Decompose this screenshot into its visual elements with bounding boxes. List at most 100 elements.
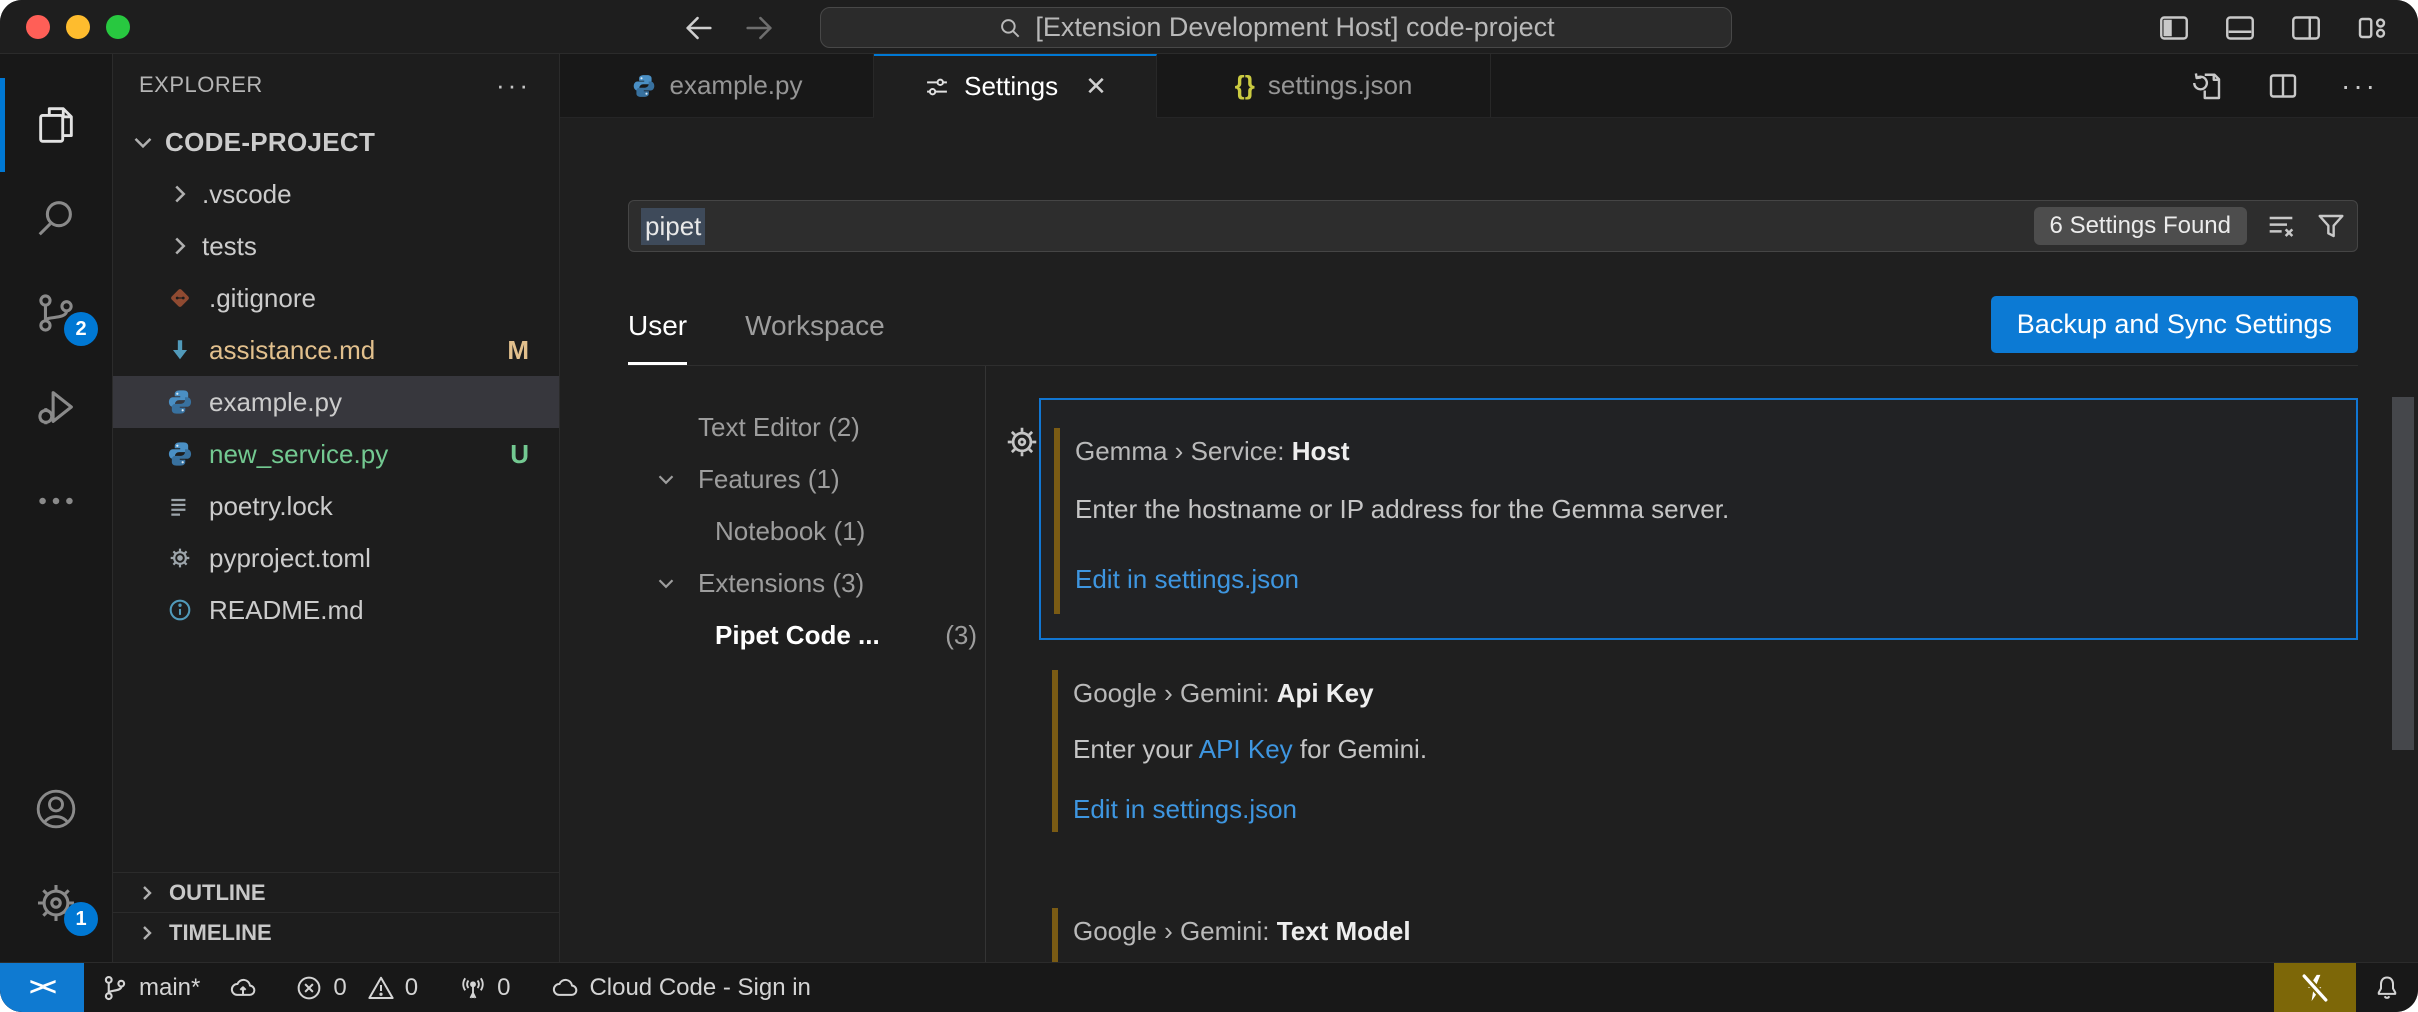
back-arrow-icon[interactable] bbox=[680, 9, 718, 47]
notifications-button[interactable] bbox=[2356, 963, 2418, 1012]
tab-workspace-settings[interactable]: Workspace bbox=[745, 290, 885, 365]
editor-group: example.py Settings ✕ {} settings.json ·… bbox=[560, 54, 2418, 962]
setting-row-google-gemini-api-key[interactable]: Google › Gemini: Api Key Enter your API … bbox=[1039, 660, 2358, 870]
chevron-right-icon bbox=[165, 231, 195, 261]
outline-section-header[interactable]: OUTLINE bbox=[113, 872, 559, 912]
settings-search-input[interactable]: pipet 6 Settings Found bbox=[628, 200, 2358, 252]
sidebar-item-more[interactable] bbox=[0, 454, 112, 548]
tab-settings-json[interactable]: {} settings.json bbox=[1157, 54, 1491, 117]
clear-filters-icon[interactable] bbox=[2265, 210, 2297, 242]
tree-root-code-project[interactable]: CODE-PROJECT bbox=[113, 116, 559, 168]
tree-item-tests-folder[interactable]: tests bbox=[113, 220, 559, 272]
search-icon bbox=[997, 15, 1023, 41]
error-count: 0 bbox=[333, 974, 346, 1002]
tree-item-example-py[interactable]: example.py bbox=[113, 376, 559, 428]
window-title: [Extension Development Host] code-projec… bbox=[1035, 12, 1554, 43]
explorer-more-actions[interactable]: ··· bbox=[496, 70, 531, 101]
layout-sidebar-left-icon[interactable] bbox=[2156, 10, 2192, 46]
settings-body: Text Editor (2) Features (1) Notebook (1… bbox=[560, 366, 2418, 962]
minimize-window-button[interactable] bbox=[66, 15, 90, 39]
timeline-label: TIMELINE bbox=[169, 920, 272, 946]
file-label: .vscode bbox=[202, 179, 292, 210]
tree-item-assistance-md[interactable]: assistance.md M bbox=[113, 324, 559, 376]
sidebar-item-explorer[interactable] bbox=[0, 78, 112, 172]
setting-title: Google › Gemini: Api Key bbox=[1073, 678, 1374, 709]
branch-label: main* bbox=[139, 974, 200, 1002]
info-file-icon bbox=[165, 595, 195, 625]
layout-customize-icon[interactable] bbox=[2354, 10, 2390, 46]
tree-item-new-service-py[interactable]: new_service.py U bbox=[113, 428, 559, 480]
python-file-icon bbox=[631, 73, 657, 99]
toc-item-text-editor[interactable]: Text Editor (2) bbox=[625, 401, 985, 453]
radio-tower-icon bbox=[458, 973, 488, 1003]
toc-item-features[interactable]: Features (1) bbox=[625, 453, 985, 505]
backup-sync-settings-button[interactable]: Backup and Sync Settings bbox=[1991, 296, 2358, 353]
toc-count: (1) bbox=[808, 464, 840, 495]
sidebar-item-run-debug[interactable] bbox=[0, 360, 112, 454]
close-window-button[interactable] bbox=[26, 15, 50, 39]
vscode-window: [Extension Development Host] code-projec… bbox=[0, 0, 2418, 1012]
file-label: example.py bbox=[209, 387, 342, 418]
close-tab-icon[interactable]: ✕ bbox=[1085, 71, 1107, 102]
toc-count: (2) bbox=[828, 412, 860, 443]
tree-item-poetry-lock[interactable]: poetry.lock bbox=[113, 480, 559, 532]
ports-status[interactable]: 0 bbox=[458, 973, 510, 1003]
manage-settings-button[interactable]: 1 bbox=[0, 856, 112, 950]
settings-found-badge: 6 Settings Found bbox=[2034, 207, 2247, 245]
tab-settings[interactable]: Settings ✕ bbox=[874, 54, 1157, 118]
git-branch-status[interactable]: main* bbox=[100, 973, 200, 1003]
json-braces-icon: {} bbox=[1235, 70, 1255, 101]
file-label: .gitignore bbox=[209, 283, 316, 314]
sidebar-item-source-control[interactable]: 2 bbox=[0, 266, 112, 360]
explorer-title: EXPLORER bbox=[139, 72, 263, 98]
edit-in-settings-json-link[interactable]: Edit in settings.json bbox=[1073, 794, 1297, 825]
chevron-right-icon bbox=[135, 881, 159, 905]
split-editor-icon[interactable] bbox=[2265, 68, 2301, 104]
setting-description: Enter your API Key for Gemini. bbox=[1073, 734, 1427, 765]
git-file-icon bbox=[165, 283, 195, 313]
file-label: pyproject.toml bbox=[209, 543, 371, 574]
ports-count: 0 bbox=[497, 974, 510, 1002]
sync-changes-button[interactable] bbox=[228, 973, 258, 1003]
sidebar-item-search[interactable] bbox=[0, 172, 112, 266]
title-bar: [Extension Development Host] code-projec… bbox=[0, 0, 2418, 54]
layout-sidebar-right-icon[interactable] bbox=[2288, 10, 2324, 46]
edit-in-settings-json-link[interactable]: Edit in settings.json bbox=[1075, 564, 1299, 595]
toc-item-notebook[interactable]: Notebook (1) bbox=[625, 505, 985, 557]
filter-icon[interactable] bbox=[2315, 210, 2347, 242]
tab-user-settings[interactable]: User bbox=[628, 290, 687, 365]
setting-name: Text Model bbox=[1277, 916, 1411, 946]
file-label: tests bbox=[202, 231, 257, 262]
modified-indicator bbox=[1052, 908, 1058, 962]
tree-item-readme-md[interactable]: README.md bbox=[113, 584, 559, 636]
open-changes-icon[interactable] bbox=[2189, 68, 2225, 104]
cloud-code-signin[interactable]: Cloud Code - Sign in bbox=[550, 973, 810, 1003]
tab-example-py[interactable]: example.py bbox=[560, 54, 874, 117]
problems-status[interactable]: 0 0 bbox=[294, 973, 418, 1003]
tree-item-pyproject-toml[interactable]: pyproject.toml bbox=[113, 532, 559, 584]
setting-row-google-gemini-text-model[interactable]: Google › Gemini: Text Model bbox=[1039, 908, 2358, 962]
chevron-right-icon bbox=[135, 921, 159, 945]
layout-panel-icon[interactable] bbox=[2222, 10, 2258, 46]
zoom-window-button[interactable] bbox=[106, 15, 130, 39]
tree-item-gitignore[interactable]: .gitignore bbox=[113, 272, 559, 324]
setting-name: Host bbox=[1292, 436, 1350, 466]
toc-item-extensions[interactable]: Extensions (3) bbox=[625, 557, 985, 609]
remote-indicator[interactable]: >< bbox=[0, 963, 84, 1012]
forward-arrow-icon[interactable] bbox=[740, 9, 778, 47]
command-center-search[interactable]: [Extension Development Host] code-projec… bbox=[820, 7, 1732, 48]
spark-off-status[interactable] bbox=[2274, 963, 2356, 1012]
accounts-button[interactable] bbox=[0, 762, 112, 856]
chevron-down-icon bbox=[653, 466, 679, 492]
tree-item-vscode-folder[interactable]: .vscode bbox=[113, 168, 559, 220]
setting-row-gemma-service-host[interactable]: Gemma › Service: Host Enter the hostname… bbox=[1039, 398, 2358, 640]
api-key-link[interactable]: API Key bbox=[1199, 734, 1293, 764]
scrollbar-thumb[interactable] bbox=[2392, 397, 2414, 750]
cloud-icon bbox=[550, 973, 580, 1003]
editor-more-actions-icon[interactable]: ··· bbox=[2341, 70, 2378, 102]
toc-item-pipet-code[interactable]: Pipet Code ... (3) bbox=[625, 609, 985, 661]
timeline-section-header[interactable]: TIMELINE bbox=[113, 912, 559, 952]
git-status-badge: U bbox=[510, 439, 529, 470]
setting-actions-gear-icon[interactable] bbox=[1003, 423, 1041, 461]
tab-label: Workspace bbox=[745, 310, 885, 342]
